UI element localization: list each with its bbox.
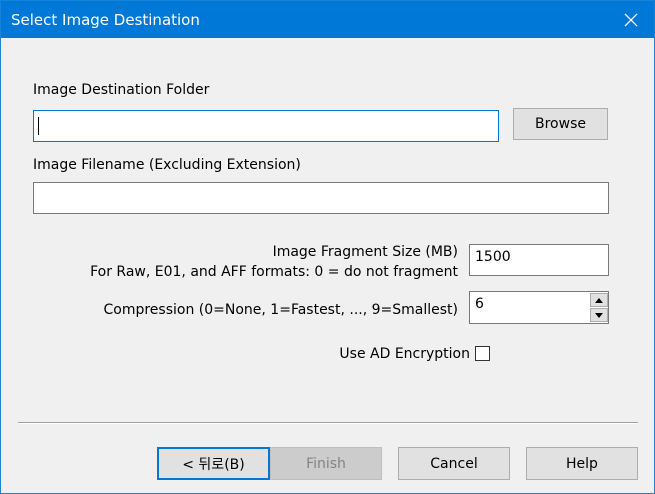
compression-label: Compression (0=None, 1=Fastest, ..., 9=S… bbox=[103, 302, 458, 318]
dialog-window: Select Image Destination Image Destinati… bbox=[0, 0, 655, 494]
text-caret bbox=[38, 117, 39, 135]
cancel-button[interactable]: Cancel bbox=[398, 447, 510, 480]
fragment-size-hint: For Raw, E01, and AFF formats: 0 = do no… bbox=[90, 264, 458, 280]
spin-up-icon bbox=[595, 297, 603, 303]
close-button[interactable] bbox=[608, 1, 654, 38]
close-icon bbox=[624, 13, 638, 26]
spin-down-button[interactable] bbox=[590, 308, 608, 322]
title-bar: Select Image Destination bbox=[1, 1, 654, 38]
help-button[interactable]: Help bbox=[526, 447, 638, 480]
compression-input[interactable]: 6 bbox=[469, 291, 609, 324]
dest-folder-label: Image Destination Folder bbox=[33, 82, 210, 98]
spin-up-button[interactable] bbox=[590, 293, 608, 307]
spin-down-icon bbox=[595, 312, 603, 318]
dest-folder-input[interactable] bbox=[33, 110, 499, 142]
compression-value: 6 bbox=[475, 296, 484, 312]
divider bbox=[18, 422, 638, 424]
browse-button[interactable]: Browse bbox=[513, 108, 608, 140]
finish-button[interactable]: Finish bbox=[270, 447, 382, 480]
filename-input[interactable] bbox=[33, 182, 609, 214]
fragment-size-label: Image Fragment Size (MB) bbox=[272, 244, 458, 260]
fragment-size-input[interactable]: 1500 bbox=[469, 244, 609, 276]
encryption-label: Use AD Encryption bbox=[339, 346, 470, 362]
filename-label: Image Filename (Excluding Extension) bbox=[33, 157, 301, 173]
fragment-size-value: 1500 bbox=[475, 249, 511, 265]
back-button[interactable]: < 뒤로(B) bbox=[157, 447, 270, 480]
encryption-checkbox[interactable] bbox=[475, 346, 490, 361]
dialog-title: Select Image Destination bbox=[11, 11, 200, 29]
